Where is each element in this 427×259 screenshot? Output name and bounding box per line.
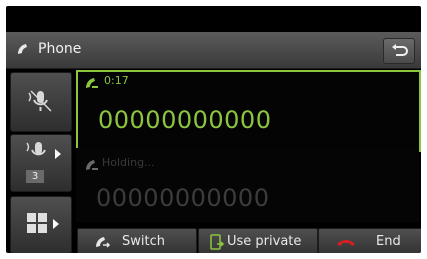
switch-label: Switch	[122, 234, 165, 249]
active-call-number: 00000000000	[98, 106, 272, 134]
held-call-panel[interactable]: Holding... 00000000000	[76, 148, 419, 222]
handset-transfer-icon	[210, 234, 225, 250]
keypad-button[interactable]	[10, 196, 72, 253]
title-bar: Phone	[6, 32, 421, 69]
back-icon	[392, 44, 408, 56]
phone-screen: Phone 3 0:17 00000000000 Holding... 0000…	[6, 6, 421, 253]
conference-count: 3	[26, 170, 44, 183]
active-call-panel[interactable]: 0:17 00000000000	[76, 70, 421, 152]
back-button[interactable]	[383, 38, 415, 64]
conference-button[interactable]: 3	[10, 134, 72, 192]
mute-mic-button[interactable]	[10, 72, 72, 132]
hold-status: Holding...	[102, 156, 155, 169]
end-label: End	[376, 234, 401, 249]
page-title: Phone	[38, 41, 82, 57]
held-call-number: 00000000000	[96, 184, 270, 212]
active-call-icon	[86, 78, 98, 88]
mic-mute-icon	[28, 90, 52, 112]
use-private-label: Use private	[227, 234, 302, 249]
end-call-button[interactable]: End	[318, 228, 421, 253]
keypad-icon	[27, 213, 59, 233]
switch-button[interactable]: Switch	[77, 228, 197, 253]
held-call-icon	[86, 160, 98, 170]
phone-icon	[18, 44, 27, 54]
end-call-icon	[337, 240, 355, 246]
call-duration: 0:17	[104, 74, 129, 87]
mic-volume-icon	[26, 142, 61, 159]
use-private-button[interactable]: Use private	[198, 228, 318, 253]
switch-call-icon	[96, 237, 111, 248]
